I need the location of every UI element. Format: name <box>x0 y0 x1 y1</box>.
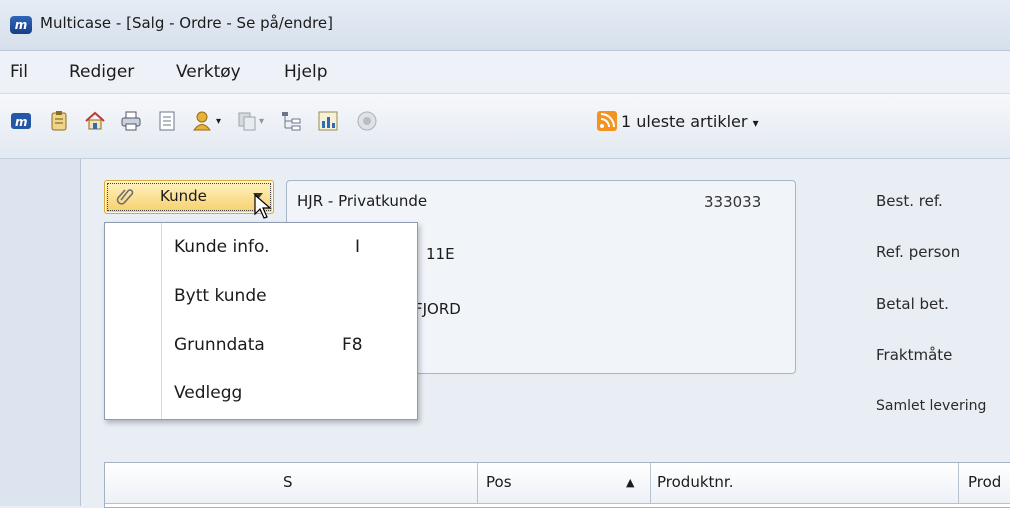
home-icon[interactable] <box>84 110 106 132</box>
menu-item-label: Vedlegg <box>174 383 243 403</box>
menu-item-grunndata[interactable]: Grunndata F8 <box>105 321 417 369</box>
info-icon[interactable] <box>356 110 378 132</box>
label-samlet-levering: Samlet levering <box>876 398 987 414</box>
column-header-s[interactable]: S <box>105 463 478 503</box>
rss-articles-button[interactable]: 1 uleste artikler ▾ <box>621 112 759 131</box>
user-dropdown-arrow-icon[interactable]: ▾ <box>216 116 221 127</box>
title-bar: m Multicase - [Salg - Ordre - Se på/endr… <box>0 0 1010 51</box>
tree-icon[interactable] <box>280 110 302 132</box>
column-header-prod[interactable]: Prod <box>959 463 1010 503</box>
menu-item-vedlegg[interactable]: Vedlegg <box>105 369 417 417</box>
grid-header-row: S Pos ▲ Produktnr. Prod <box>105 463 1010 504</box>
rss-icon[interactable] <box>596 110 618 132</box>
label-fraktmate: Fraktmåte <box>876 346 953 364</box>
menu-verktoy[interactable]: Verktøy <box>176 62 241 82</box>
user-icon[interactable] <box>192 110 214 132</box>
menu-item-bytt-kunde[interactable]: Bytt kunde <box>105 272 417 320</box>
window-title: Multicase - [Salg - Ordre - Se på/endre] <box>40 14 334 32</box>
column-label-pos: Pos <box>486 473 512 491</box>
copy-icon[interactable] <box>236 110 258 132</box>
column-label-s: S <box>283 473 293 491</box>
menu-item-label: Kunde info. <box>174 237 270 257</box>
sort-ascending-icon: ▲ <box>626 476 635 489</box>
customer-address-line1: 11E <box>426 245 455 263</box>
label-best-ref: Best. ref. <box>876 192 943 210</box>
customer-address-line2: FJORD <box>414 300 461 318</box>
kunde-dropdown-button[interactable]: Kunde <box>104 180 274 214</box>
left-navigation-pane <box>0 159 81 506</box>
multicase-app-icon: m <box>10 16 32 34</box>
order-lines-grid[interactable]: S Pos ▲ Produktnr. Prod <box>104 462 1010 508</box>
menu-item-shortcut: F8 <box>342 335 363 355</box>
menu-fil[interactable]: Fil <box>10 62 28 82</box>
document-icon[interactable] <box>156 110 178 132</box>
rss-dropdown-arrow-icon: ▾ <box>752 116 759 130</box>
menu-item-label: Bytt kunde <box>174 286 267 306</box>
paperclip-icon <box>116 189 134 205</box>
customer-name: HJR - Privatkunde <box>297 192 428 210</box>
menu-hjelp[interactable]: Hjelp <box>284 62 327 82</box>
chart-icon[interactable] <box>317 110 339 132</box>
menu-rediger[interactable]: Rediger <box>69 62 134 82</box>
menu-bar: Fil Rediger Verktøy Hjelp <box>0 51 1010 94</box>
column-header-produktnr[interactable]: Produktnr. <box>651 463 959 503</box>
kunde-dropdown-menu: Kunde info. I Bytt kunde Grunndata F8 Ve… <box>104 222 418 420</box>
mouse-cursor-icon <box>254 194 272 219</box>
printer-icon[interactable] <box>120 110 142 132</box>
column-label-prod: Prod <box>968 473 1002 491</box>
kunde-button-label: Kunde <box>160 187 207 205</box>
column-header-pos[interactable]: Pos ▲ <box>478 463 651 503</box>
svg-text:m: m <box>15 115 28 129</box>
label-ref-person: Ref. person <box>876 243 961 261</box>
rss-articles-label: 1 uleste artikler <box>621 112 748 131</box>
column-label-produktnr: Produktnr. <box>657 473 734 491</box>
clipboard-icon[interactable] <box>48 110 70 132</box>
customer-number: 333033 <box>704 193 762 211</box>
toolbar: m ▾ ▾ 1 uleste artikler ▾ <box>0 94 1010 159</box>
label-betal-bet: Betal bet. <box>876 295 949 313</box>
menu-item-kunde-info[interactable]: Kunde info. I <box>105 223 417 271</box>
menu-item-shortcut: I <box>355 237 361 257</box>
copy-dropdown-arrow-icon[interactable]: ▾ <box>259 116 264 127</box>
menu-item-label: Grunndata <box>174 335 265 355</box>
multicase-icon[interactable]: m <box>10 110 32 132</box>
